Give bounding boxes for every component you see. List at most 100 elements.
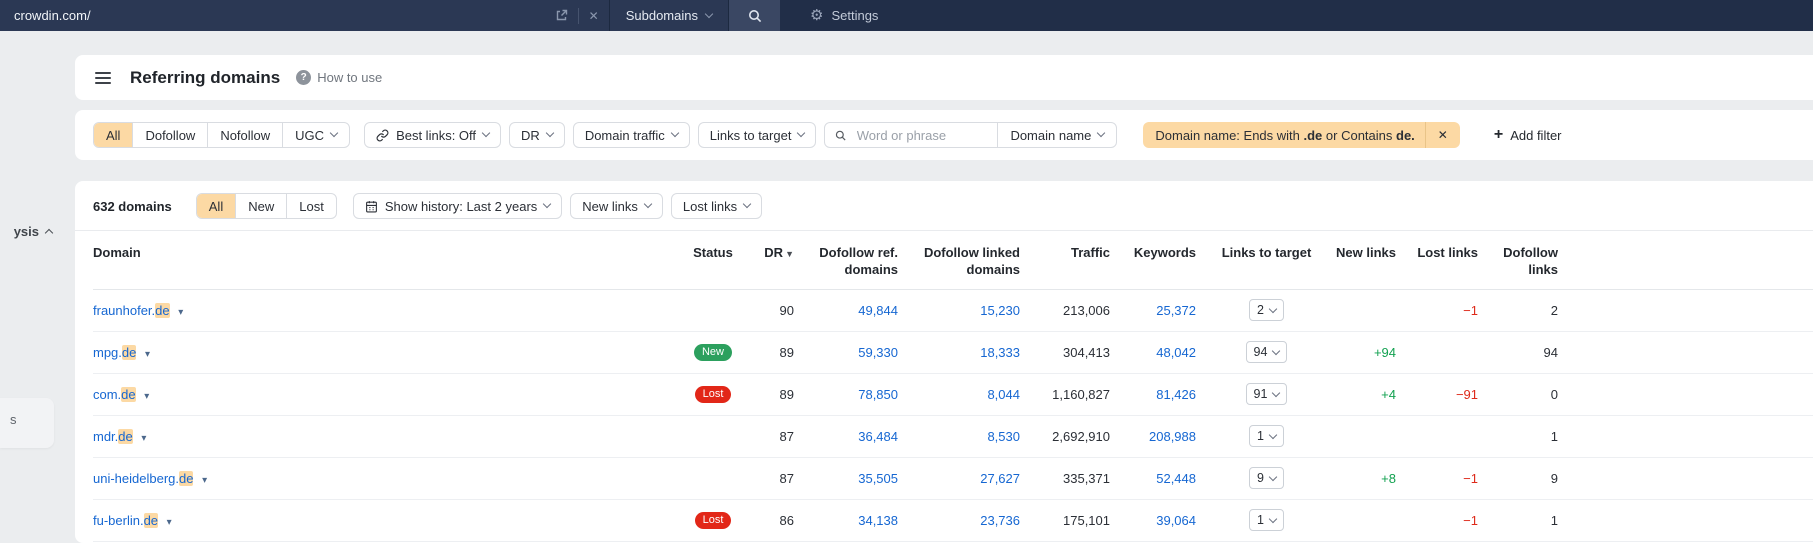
- keywords-value[interactable]: 39,064: [1118, 513, 1204, 528]
- settings-button[interactable]: ⚙ Settings: [810, 0, 878, 31]
- domain-caret-icon[interactable]: ▾: [167, 517, 172, 528]
- domain-link[interactable]: com.de ▾: [93, 386, 663, 402]
- domain-name-dropdown[interactable]: Domain name: [997, 123, 1116, 147]
- word-or-phrase-input[interactable]: [854, 126, 988, 144]
- best-links-filter-button[interactable]: Best links: Off: [364, 122, 502, 148]
- domain-link[interactable]: uni-heidelberg.de ▾: [93, 470, 663, 486]
- dr-filter-button[interactable]: DR: [509, 122, 565, 148]
- domain-traffic-filter-button[interactable]: Domain traffic: [572, 122, 690, 148]
- dr-value: 87: [779, 470, 794, 486]
- column-header-traffic[interactable]: Traffic: [1028, 245, 1118, 262]
- gear-icon: ⚙: [810, 7, 824, 24]
- dofollow-linked-domains-value[interactable]: 8,044: [906, 387, 1028, 402]
- column-header-dofollow-linked-domains[interactable]: Dofollow linked domains: [906, 245, 1028, 279]
- dofollow-linked-domains-value[interactable]: 8,530: [906, 429, 1028, 444]
- lost-links-value[interactable]: −1: [1404, 303, 1486, 318]
- links-to-target-select[interactable]: 2: [1249, 299, 1284, 322]
- dofollow-linked-domains-value[interactable]: 15,230: [906, 303, 1028, 318]
- links-to-target-filter-button[interactable]: Links to target: [697, 122, 817, 148]
- remove-filter-button[interactable]: ✕: [1424, 122, 1460, 148]
- table-row: mpg.de ▾ New 89 59,330 18,333 304,413 48…: [93, 332, 1813, 374]
- word-or-phrase-group: Domain name: [824, 122, 1118, 148]
- keywords-value[interactable]: 48,042: [1118, 345, 1204, 360]
- dofollow-linked-domains-value[interactable]: 18,333: [906, 345, 1028, 360]
- status-segment-new[interactable]: New: [235, 194, 286, 218]
- show-history-button[interactable]: Show history: Last 2 years: [352, 193, 563, 219]
- target-url-input[interactable]: [12, 7, 545, 24]
- lost-links-button[interactable]: Lost links: [670, 193, 763, 219]
- segment-dofollow[interactable]: Dofollow: [132, 123, 207, 147]
- lost-links-value[interactable]: −1: [1404, 513, 1486, 528]
- domain-caret-icon[interactable]: ▾: [178, 307, 183, 318]
- filter-match-highlight: de: [155, 302, 170, 318]
- close-icon: ✕: [1437, 128, 1448, 142]
- links-to-target-select[interactable]: 1: [1249, 509, 1284, 532]
- column-header-dr[interactable]: DR ▼: [763, 245, 798, 262]
- keywords-value[interactable]: 52,448: [1118, 471, 1204, 486]
- how-to-use-link[interactable]: ? How to use: [296, 70, 382, 85]
- dofollow-linked-domains-value[interactable]: 23,736: [906, 513, 1028, 528]
- dofollow-linked-domains-value[interactable]: 27,627: [906, 471, 1028, 486]
- add-filter-button[interactable]: + Add filter: [1494, 127, 1562, 143]
- search-icon: [836, 130, 847, 140]
- status-segment-lost[interactable]: Lost: [286, 194, 336, 218]
- dofollow-ref-domains-value[interactable]: 35,505: [798, 471, 906, 486]
- links-to-target-select[interactable]: 91: [1245, 383, 1288, 406]
- search-button[interactable]: [728, 0, 780, 31]
- segment-all[interactable]: All: [94, 123, 133, 147]
- domain-link[interactable]: mdr.de ▾: [93, 428, 663, 444]
- lost-links-value[interactable]: −1: [1404, 471, 1486, 486]
- domain-caret-icon[interactable]: ▾: [144, 391, 149, 402]
- dofollow-links-value: 2: [1550, 302, 1558, 318]
- column-header-dofollow-ref-domains[interactable]: Dofollow ref. domains: [798, 245, 906, 279]
- column-header-dofollow-links[interactable]: Dofollow links: [1486, 245, 1566, 279]
- dofollow-ref-domains-value[interactable]: 34,138: [798, 513, 906, 528]
- domain-traffic-label: Domain traffic: [584, 127, 665, 143]
- help-icon: ?: [296, 70, 312, 85]
- chevron-down-icon: [742, 199, 752, 209]
- sidebar-clipped-nav-item[interactable]: ysis: [0, 224, 54, 239]
- domain-caret-icon[interactable]: ▾: [141, 433, 146, 444]
- dofollow-ref-domains-value[interactable]: 78,850: [798, 387, 906, 402]
- dofollow-ref-domains-value[interactable]: 49,844: [798, 303, 906, 318]
- column-header-new-links[interactable]: New links: [1329, 245, 1404, 262]
- menu-icon[interactable]: [93, 68, 113, 88]
- chevron-down-icon: [1268, 472, 1278, 482]
- clear-url-icon[interactable]: ✕: [589, 9, 599, 23]
- segment-nofollow[interactable]: Nofollow: [207, 123, 282, 147]
- chevron-down-icon: [543, 199, 552, 209]
- column-header-keywords[interactable]: Keywords: [1118, 245, 1204, 262]
- domain-link[interactable]: mpg.de ▾: [93, 344, 663, 360]
- new-links-value[interactable]: +4: [1329, 387, 1404, 402]
- links-to-target-select[interactable]: 9: [1249, 467, 1284, 490]
- active-filter-chip: Domain name: Ends with .de or Contains d…: [1143, 122, 1460, 148]
- new-links-value[interactable]: +94: [1329, 345, 1404, 360]
- column-header-lost-links[interactable]: Lost links: [1404, 245, 1486, 262]
- filter-match-highlight: de: [118, 428, 133, 444]
- domain-caret-icon[interactable]: ▾: [145, 349, 150, 360]
- column-header-links-to-target[interactable]: Links to target: [1204, 245, 1329, 262]
- links-to-target-select[interactable]: 94: [1245, 341, 1288, 364]
- domain-caret-icon[interactable]: ▾: [202, 475, 207, 486]
- column-header-status[interactable]: Status: [663, 245, 763, 262]
- keywords-value[interactable]: 81,426: [1118, 387, 1204, 402]
- new-links-button[interactable]: New links: [570, 193, 663, 219]
- dofollow-ref-domains-value[interactable]: 36,484: [798, 429, 906, 444]
- mode-dropdown[interactable]: Subdomains: [608, 0, 728, 31]
- lost-links-value[interactable]: −91: [1404, 387, 1486, 402]
- sidebar-clipped-tab[interactable]: s: [0, 398, 54, 448]
- status-segmented-control: All New Lost: [195, 193, 337, 219]
- status-segment-all[interactable]: All: [196, 194, 236, 218]
- domain-link[interactable]: fraunhofer.de ▾: [93, 302, 663, 318]
- domain-link[interactable]: fu-berlin.de ▾: [93, 512, 663, 528]
- dr-value: 89: [779, 386, 794, 402]
- segment-ugc[interactable]: UGC: [282, 123, 349, 147]
- links-to-target-select[interactable]: 1: [1249, 425, 1284, 448]
- external-link-icon[interactable]: [555, 9, 568, 22]
- dofollow-ref-domains-value[interactable]: 59,330: [798, 345, 906, 360]
- keywords-value[interactable]: 208,988: [1118, 429, 1204, 444]
- column-header-domain[interactable]: Domain: [93, 245, 663, 262]
- keywords-value[interactable]: 25,372: [1118, 303, 1204, 318]
- chevron-down-icon: [1268, 304, 1278, 314]
- new-links-value[interactable]: +8: [1329, 471, 1404, 486]
